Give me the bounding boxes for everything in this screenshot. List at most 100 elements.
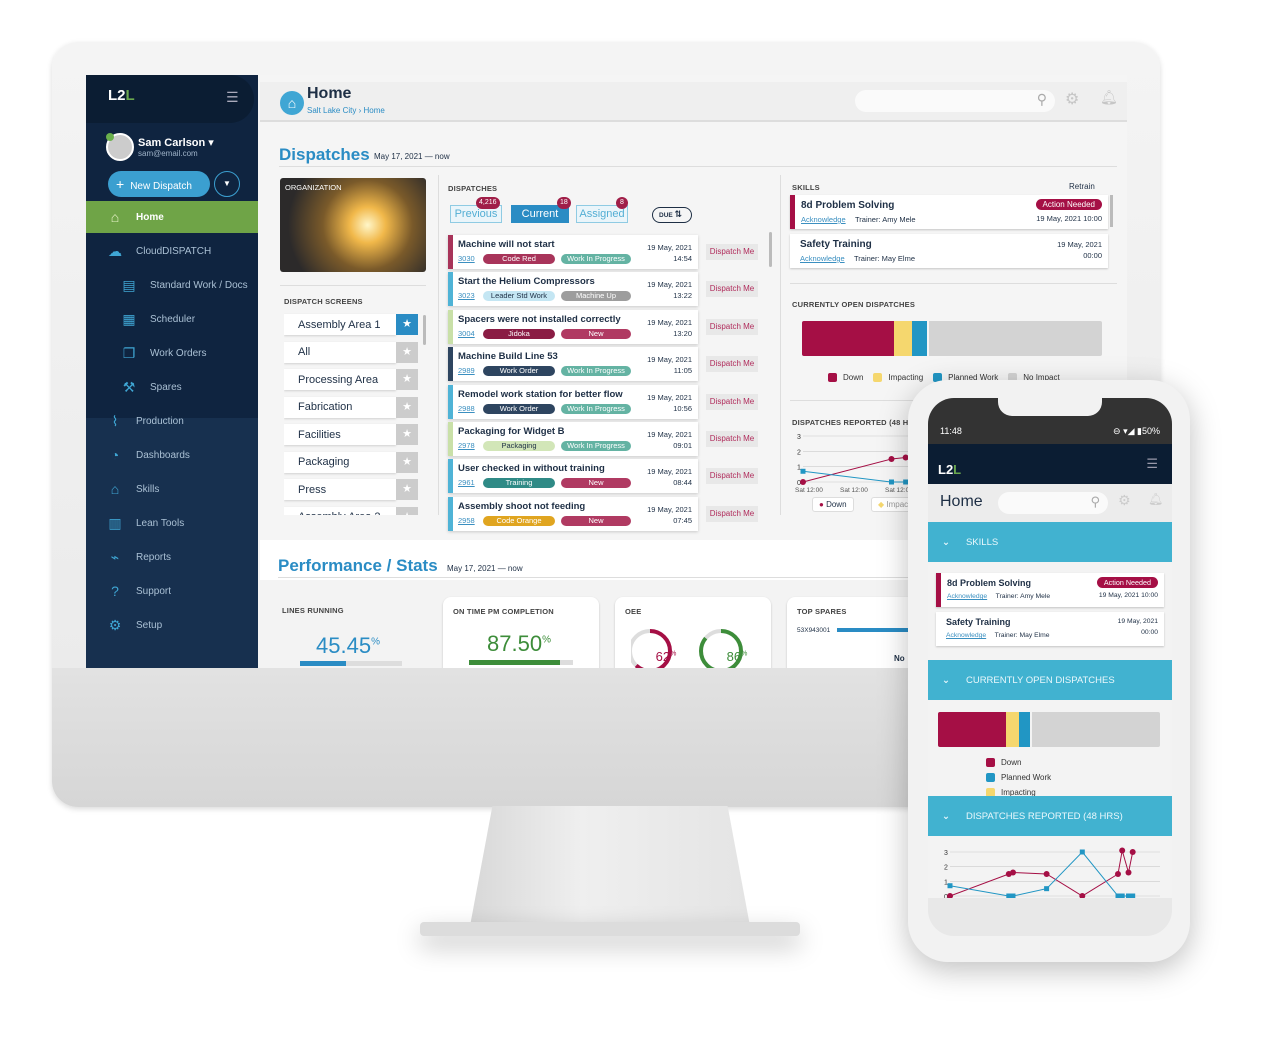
dispatch-me-button[interactable]: Dispatch Me <box>706 505 758 522</box>
retrain-link[interactable]: Retrain <box>1069 182 1095 191</box>
phone-search-input[interactable]: ⚲ <box>998 492 1108 514</box>
dispatch-me-button[interactable]: Dispatch Me <box>706 281 758 298</box>
legend-item[interactable]: Impacting <box>873 373 923 382</box>
dispatch-screen-item[interactable]: Facilities <box>284 424 396 445</box>
dispatch-id-link[interactable]: 3004 <box>458 329 475 338</box>
oee-card[interactable]: OEE 62% 86% <box>615 597 771 668</box>
search-icon[interactable]: ⚲ <box>1090 494 1100 510</box>
dispatch-me-button[interactable]: Dispatch Me <box>706 393 758 410</box>
search-input[interactable]: ⚲ <box>855 90 1055 112</box>
favorite-star-icon[interactable]: ★ <box>396 479 418 500</box>
dispatch-item[interactable]: Remodel work station for better flow 2988… <box>448 384 698 419</box>
dispatch-id-link[interactable]: 2989 <box>458 366 475 375</box>
dispatch-me-button[interactable]: Dispatch Me <box>706 431 758 447</box>
scrollbar[interactable] <box>769 232 772 267</box>
dispatch-item[interactable]: Machine will not start 3030 Code Red Work I… <box>448 235 698 269</box>
dispatches-reported-label: DISPATCHES REPORTED (48 HRS) <box>792 418 922 427</box>
hamburger-menu-icon[interactable]: ☰ <box>1146 456 1158 472</box>
sidebar-item-reports[interactable]: ⌁ Reports <box>86 541 258 573</box>
new-dispatch-dropdown[interactable]: ▼ <box>214 171 240 197</box>
skill-item[interactable]: 8d Problem Solving Acknowledge Trainer: Am… <box>790 195 1108 229</box>
dispatch-me-button[interactable]: Dispatch Me <box>706 244 758 260</box>
legend-item[interactable]: Down <box>828 373 863 382</box>
dispatch-me-button[interactable]: Dispatch Me <box>706 318 758 335</box>
open-dispatches-section-toggle[interactable]: ⌄ CURRENTLY OPEN DISPATCHES <box>928 660 1172 700</box>
dispatch-item[interactable]: Packaging for Widget B 2978 Packaging Work … <box>448 422 698 456</box>
favorite-star-icon[interactable]: ★ <box>396 369 418 390</box>
acknowledge-link[interactable]: Acknowledge <box>947 593 987 600</box>
data-point <box>889 479 894 485</box>
dispatch-screen-item[interactable]: Press <box>284 479 396 500</box>
dispatch-item[interactable]: Start the Helium Compressors 3023 Leader S… <box>448 272 698 307</box>
dispatch-screen-item[interactable]: Fabrication <box>284 396 396 418</box>
sidebar-item-support[interactable]: ? Support <box>86 575 258 607</box>
sort-due-toggle[interactable]: DUE ⇅ <box>652 207 692 223</box>
dispatch-screen-item[interactable]: Assembly Area 1 <box>284 314 396 335</box>
sidebar-item-work-orders[interactable]: ❐ Work Orders <box>86 337 258 369</box>
scrollbar[interactable] <box>423 315 426 345</box>
dispatches-reported-section-toggle[interactable]: ⌄ DISPATCHES REPORTED (48 HRS) <box>928 796 1172 836</box>
dispatch-screen-item[interactable]: Processing Area <box>284 369 396 390</box>
sidebar-item-clouddispatch[interactable]: ☁ CloudDISPATCH <box>86 235 258 267</box>
favorite-star-icon[interactable]: ★ <box>396 424 418 445</box>
document-icon: ▤ <box>122 276 136 293</box>
skill-item[interactable]: Safety Training Acknowledge Trainer: May E… <box>790 234 1108 268</box>
category-tag: Leader Std Work <box>483 291 555 302</box>
dispatch-me-button[interactable]: Dispatch Me <box>706 468 758 485</box>
scrollbar[interactable] <box>1110 195 1113 227</box>
sidebar-item-dashboards[interactable]: ◔ Dashboards <box>86 439 258 471</box>
dispatch-id-link[interactable]: 3023 <box>458 291 475 300</box>
skills-section-toggle[interactable]: ⌄ SKILLS <box>928 522 1172 562</box>
dispatch-item[interactable]: Machine Build Line 53 2989 Work Order Work … <box>448 347 698 382</box>
sidebar-item-lean-tools[interactable]: ▥ Lean Tools <box>86 507 258 539</box>
user-email: sam@email.com <box>138 149 198 158</box>
dispatch-item[interactable]: User checked in without training 2961 Trai… <box>448 459 698 494</box>
sidebar-item-scheduler[interactable]: ▦ Scheduler <box>86 303 258 335</box>
status-tag: Machine Up <box>561 291 631 302</box>
acknowledge-link[interactable]: Acknowledge <box>801 215 846 224</box>
sidebar-item-spares[interactable]: ⚒ Spares <box>86 371 258 403</box>
sidebar-item-skills[interactable]: ⌂ Skills <box>86 473 258 505</box>
dispatch-screen-item[interactable]: All <box>284 341 396 363</box>
dispatch-item[interactable]: Spacers were not installed correctly 3004… <box>448 309 698 344</box>
new-dispatch-button[interactable]: + New Dispatch <box>108 171 210 197</box>
collapse-menu-icon[interactable]: ☰ <box>226 89 239 106</box>
breadcrumb-location[interactable]: Salt Lake City <box>307 106 356 115</box>
breadcrumb-home[interactable]: Home <box>364 106 385 115</box>
favorite-star-icon[interactable]: ★ <box>396 506 418 515</box>
dispatch-me-button[interactable]: Dispatch Me <box>706 356 758 373</box>
dispatch-screen-item[interactable]: Packaging <box>284 451 396 473</box>
favorite-star-icon[interactable]: ★ <box>396 341 418 363</box>
dispatch-id-link[interactable]: 2958 <box>458 516 475 525</box>
favorite-star-icon[interactable]: ★ <box>396 451 418 473</box>
legend-down[interactable]: ● Down <box>812 497 854 512</box>
sidebar-item-standard-work-docs[interactable]: ▤ Standard Work / Docs <box>86 269 258 301</box>
organization-image[interactable]: ORGANIZATION <box>280 178 426 272</box>
favorite-star-icon[interactable]: ★ <box>396 314 418 335</box>
legend-item[interactable]: Down <box>986 755 1056 770</box>
dispatch-item[interactable]: Assembly shoot not feeding 2958 Code Orang… <box>448 496 698 531</box>
dispatch-id-link[interactable]: 3030 <box>458 254 475 263</box>
dispatch-id-link[interactable]: 2988 <box>458 404 475 413</box>
series-line-down <box>949 850 1134 897</box>
dispatch-id-link[interactable]: 2961 <box>458 478 475 487</box>
notifications-bell-icon[interactable]: 🔔︎ <box>1148 492 1163 506</box>
acknowledge-link[interactable]: Acknowledge <box>946 632 986 639</box>
settings-gear-icon[interactable]: ⚙ <box>1065 89 1079 109</box>
settings-gear-icon[interactable]: ⚙ <box>1118 492 1131 509</box>
skill-item[interactable]: 8d Problem Solving Acknowledge Trainer: Am… <box>936 573 1164 607</box>
sidebar-item-production[interactable]: ⌇ Production <box>86 405 258 437</box>
legend-item[interactable]: Planned Work <box>986 770 1056 785</box>
pm-completion-card[interactable]: ON TIME PM COMPLETION 87.50% <box>443 597 599 668</box>
sidebar-item-home[interactable]: ⌂ Home <box>86 201 258 233</box>
favorite-star-icon[interactable]: ★ <box>396 396 418 418</box>
dispatch-id-link[interactable]: 2978 <box>458 441 475 450</box>
skill-item[interactable]: Safety Training Acknowledge Trainer: May E… <box>936 612 1164 646</box>
acknowledge-link[interactable]: Acknowledge <box>800 254 845 263</box>
dispatch-screen-item[interactable]: Assembly Area 2 <box>284 506 396 515</box>
notifications-bell-icon[interactable]: 🔔︎ <box>1100 89 1118 106</box>
y-tick-label: 2 <box>797 449 801 456</box>
search-icon[interactable]: ⚲ <box>1037 91 1047 108</box>
sidebar-item-setup[interactable]: ⚙ Setup <box>86 609 258 641</box>
user-name[interactable]: Sam Carlson ▾ <box>138 136 214 149</box>
